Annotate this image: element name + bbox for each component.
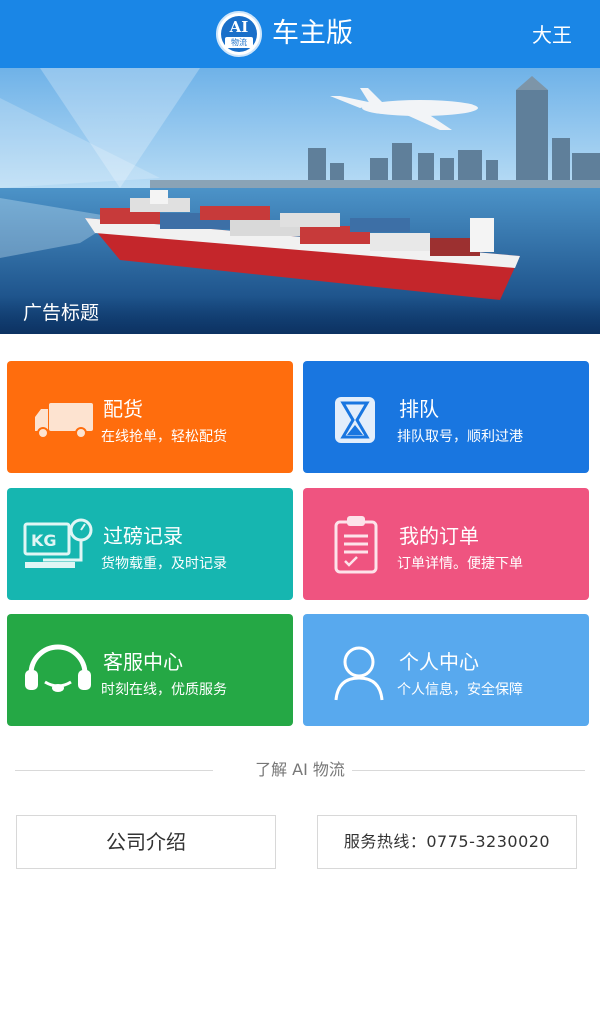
user-name[interactable]: 大王 <box>532 20 572 50</box>
banner-title: 广告标题 <box>23 302 100 324</box>
tile-title: 个人中心 <box>399 650 479 674</box>
logo-subtext: 物流 <box>225 37 253 48</box>
tile-subtitle: 排队取号，顺利过港 <box>397 429 523 445</box>
banner-image <box>0 68 600 334</box>
company-intro-button[interactable]: 公司介绍 <box>16 815 276 869</box>
tile-title: 我的订单 <box>399 524 479 548</box>
user-icon <box>334 646 384 701</box>
tile-subtitle: 时刻在线，优质服务 <box>101 682 227 698</box>
tile-subtitle: 在线抢单，轻松配货 <box>101 429 227 445</box>
ai-logistics-logo: AI 物流 <box>216 11 262 57</box>
svg-text:KG: KG <box>31 531 57 550</box>
tile-title: 客服中心 <box>103 650 183 674</box>
ad-banner[interactable]: 广告标题 <box>0 68 600 334</box>
service-hotline-button[interactable]: 服务热线：0775-3230020 <box>317 815 577 869</box>
logo-text: AI <box>229 18 249 36</box>
tile-customer-service[interactable]: 客服中心 时刻在线，优质服务 <box>7 614 293 726</box>
clipboard-icon <box>334 516 378 574</box>
tile-weighing-records[interactable]: KG 过磅记录 货物载重，及时记录 <box>7 488 293 600</box>
tile-queue[interactable]: 排队 排队取号，顺利过港 <box>303 361 589 473</box>
tile-title: 过磅记录 <box>103 524 183 548</box>
tile-my-orders[interactable]: 我的订单 订单详情。便捷下单 <box>303 488 589 600</box>
app-title: 车主版 <box>272 18 353 49</box>
tile-subtitle: 个人信息，安全保障 <box>397 682 523 698</box>
tile-subtitle: 货物载重，及时记录 <box>101 556 227 572</box>
divider-left <box>15 770 213 771</box>
tile-profile-center[interactable]: 个人中心 个人信息，安全保障 <box>303 614 589 726</box>
tile-subtitle: 订单详情。便捷下单 <box>397 556 523 572</box>
tile-dispatch[interactable]: 配货 在线抢单，轻松配货 <box>7 361 293 473</box>
tile-title: 配货 <box>103 397 143 421</box>
hourglass-icon <box>335 397 375 443</box>
headset-icon <box>25 644 91 692</box>
divider-right <box>352 770 585 771</box>
tile-title: 排队 <box>399 397 439 421</box>
truck-icon <box>35 403 93 439</box>
scale-icon: KG <box>23 518 93 568</box>
app-header: AI 物流 车主版 大王 <box>0 0 600 68</box>
